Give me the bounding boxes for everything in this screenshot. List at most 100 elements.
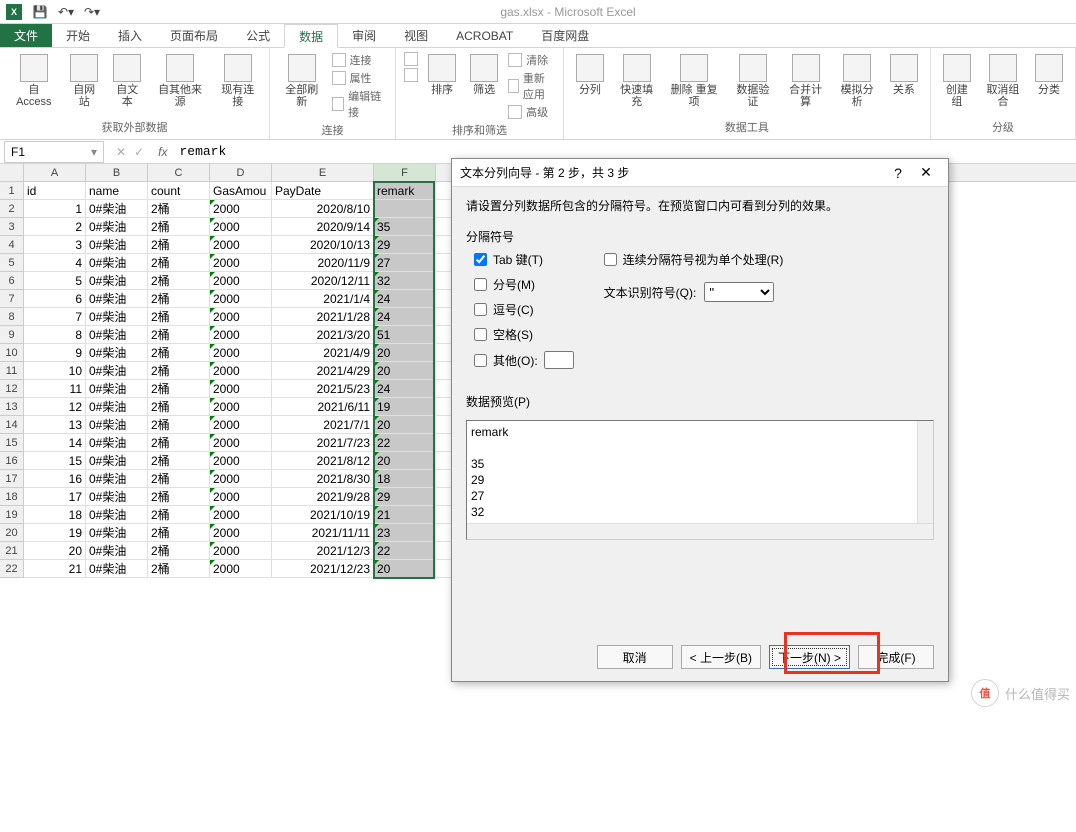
cell[interactable]: 0#柴油 (86, 560, 148, 578)
cell[interactable]: 18 (374, 470, 436, 488)
cell[interactable]: 2桶 (148, 218, 210, 236)
tab-view[interactable]: 视图 (390, 24, 442, 47)
cell[interactable]: 0#柴油 (86, 452, 148, 470)
cell[interactable]: 2020/11/9 (272, 254, 374, 272)
btn-existing-conn[interactable]: 现有连接 (214, 52, 261, 110)
btn-sort[interactable]: 排序 (424, 52, 460, 98)
cell[interactable]: 2021/6/11 (272, 398, 374, 416)
cell[interactable]: 2 (24, 218, 86, 236)
cell[interactable]: 0#柴油 (86, 308, 148, 326)
row-header[interactable]: 8 (0, 308, 23, 326)
cell[interactable]: 20 (24, 542, 86, 560)
btn-whatif[interactable]: 模拟分析 (834, 52, 879, 110)
cell[interactable]: 24 (374, 290, 436, 308)
btn-ungroup[interactable]: 取消组合 (981, 52, 1025, 110)
cell[interactable]: 2021/10/19 (272, 506, 374, 524)
cell[interactable]: 32 (374, 272, 436, 290)
btn-filter[interactable]: 筛选 (466, 52, 502, 98)
cell[interactable]: 2桶 (148, 326, 210, 344)
cell[interactable]: 20 (374, 452, 436, 470)
row-header[interactable]: 11 (0, 362, 23, 380)
row-header[interactable]: 12 (0, 380, 23, 398)
cell[interactable]: 0#柴油 (86, 218, 148, 236)
tab-home[interactable]: 开始 (52, 24, 104, 47)
cell[interactable]: 0#柴油 (86, 326, 148, 344)
btn-from-web[interactable]: 自网站 (66, 52, 103, 110)
back-button[interactable]: < 上一步(B) (681, 645, 761, 669)
cell[interactable]: remark (374, 182, 436, 200)
btn-text-to-columns[interactable]: 分列 (572, 52, 608, 98)
cell[interactable]: 2021/4/9 (272, 344, 374, 362)
row-header[interactable]: 17 (0, 470, 23, 488)
cell[interactable]: 2021/11/11 (272, 524, 374, 542)
cell[interactable]: 2021/4/29 (272, 362, 374, 380)
cell[interactable]: 0#柴油 (86, 380, 148, 398)
cell[interactable]: 23 (374, 524, 436, 542)
cell[interactable]: 2000 (210, 254, 272, 272)
cell[interactable]: 2020/12/11 (272, 272, 374, 290)
cell[interactable]: 27 (374, 254, 436, 272)
cell[interactable]: 2021/1/4 (272, 290, 374, 308)
cell[interactable]: 2桶 (148, 506, 210, 524)
cell[interactable]: 2桶 (148, 488, 210, 506)
tab-page-layout[interactable]: 页面布局 (156, 24, 232, 47)
cell[interactable]: 0#柴油 (86, 470, 148, 488)
cell[interactable]: 2000 (210, 344, 272, 362)
cell[interactable]: 0#柴油 (86, 272, 148, 290)
enter-icon[interactable]: ✓ (134, 145, 144, 159)
cell[interactable]: 2桶 (148, 542, 210, 560)
row-header[interactable]: 14 (0, 416, 23, 434)
btn-from-text[interactable]: 自文本 (109, 52, 146, 110)
scrollbar-vertical[interactable] (917, 421, 933, 523)
delimiter-tab[interactable]: Tab 键(T) (474, 251, 574, 268)
row-header[interactable]: 16 (0, 452, 23, 470)
cell[interactable]: id (24, 182, 86, 200)
cell[interactable]: 14 (24, 434, 86, 452)
cell[interactable]: 2000 (210, 452, 272, 470)
cell[interactable]: 2000 (210, 488, 272, 506)
cell[interactable]: name (86, 182, 148, 200)
cell[interactable]: 0#柴油 (86, 434, 148, 452)
row-header[interactable]: 10 (0, 344, 23, 362)
cell[interactable]: 1 (24, 200, 86, 218)
cell[interactable]: 2桶 (148, 524, 210, 542)
cell[interactable]: 0#柴油 (86, 542, 148, 560)
cell[interactable]: 22 (374, 542, 436, 560)
row-header[interactable]: 13 (0, 398, 23, 416)
cell[interactable]: 2桶 (148, 254, 210, 272)
fx-icon[interactable]: fx (152, 145, 173, 159)
cell[interactable]: 5 (24, 272, 86, 290)
redo-icon[interactable]: ↷▾ (84, 4, 100, 20)
cell[interactable]: 2000 (210, 560, 272, 578)
tab-baidu[interactable]: 百度网盘 (527, 24, 603, 47)
delimiter-other-input[interactable] (544, 351, 574, 369)
next-button[interactable]: 下一步(N) > (769, 645, 850, 669)
btn-from-other[interactable]: 自其他来源 (152, 52, 208, 110)
cell[interactable]: 2000 (210, 542, 272, 560)
row-header[interactable]: 3 (0, 218, 23, 236)
sort-az-icon[interactable] (404, 52, 418, 66)
delimiter-semicolon[interactable]: 分号(M) (474, 276, 574, 293)
cell[interactable]: 19 (24, 524, 86, 542)
save-icon[interactable]: 💾 (32, 4, 48, 20)
cell[interactable]: 2000 (210, 506, 272, 524)
cell[interactable]: 2021/3/20 (272, 326, 374, 344)
col-header-E[interactable]: E (272, 164, 374, 181)
cell[interactable]: 20 (374, 560, 436, 578)
row-header[interactable]: 22 (0, 560, 23, 578)
cell[interactable]: 16 (24, 470, 86, 488)
row-header[interactable]: 2 (0, 200, 23, 218)
btn-consolidate[interactable]: 合并计算 (783, 52, 828, 110)
btn-advanced[interactable]: 高级 (508, 104, 555, 120)
row-header[interactable]: 6 (0, 272, 23, 290)
delimiter-space[interactable]: 空格(S) (474, 326, 574, 343)
btn-data-validation[interactable]: 数据验 证 (729, 52, 777, 110)
row-header[interactable]: 1 (0, 182, 23, 200)
cell[interactable]: 24 (374, 380, 436, 398)
cell[interactable]: 3 (24, 236, 86, 254)
cell[interactable]: 2000 (210, 218, 272, 236)
cell[interactable]: 2020/8/10 (272, 200, 374, 218)
cell[interactable]: 24 (374, 308, 436, 326)
cell[interactable]: 2桶 (148, 362, 210, 380)
cell[interactable]: 2000 (210, 380, 272, 398)
